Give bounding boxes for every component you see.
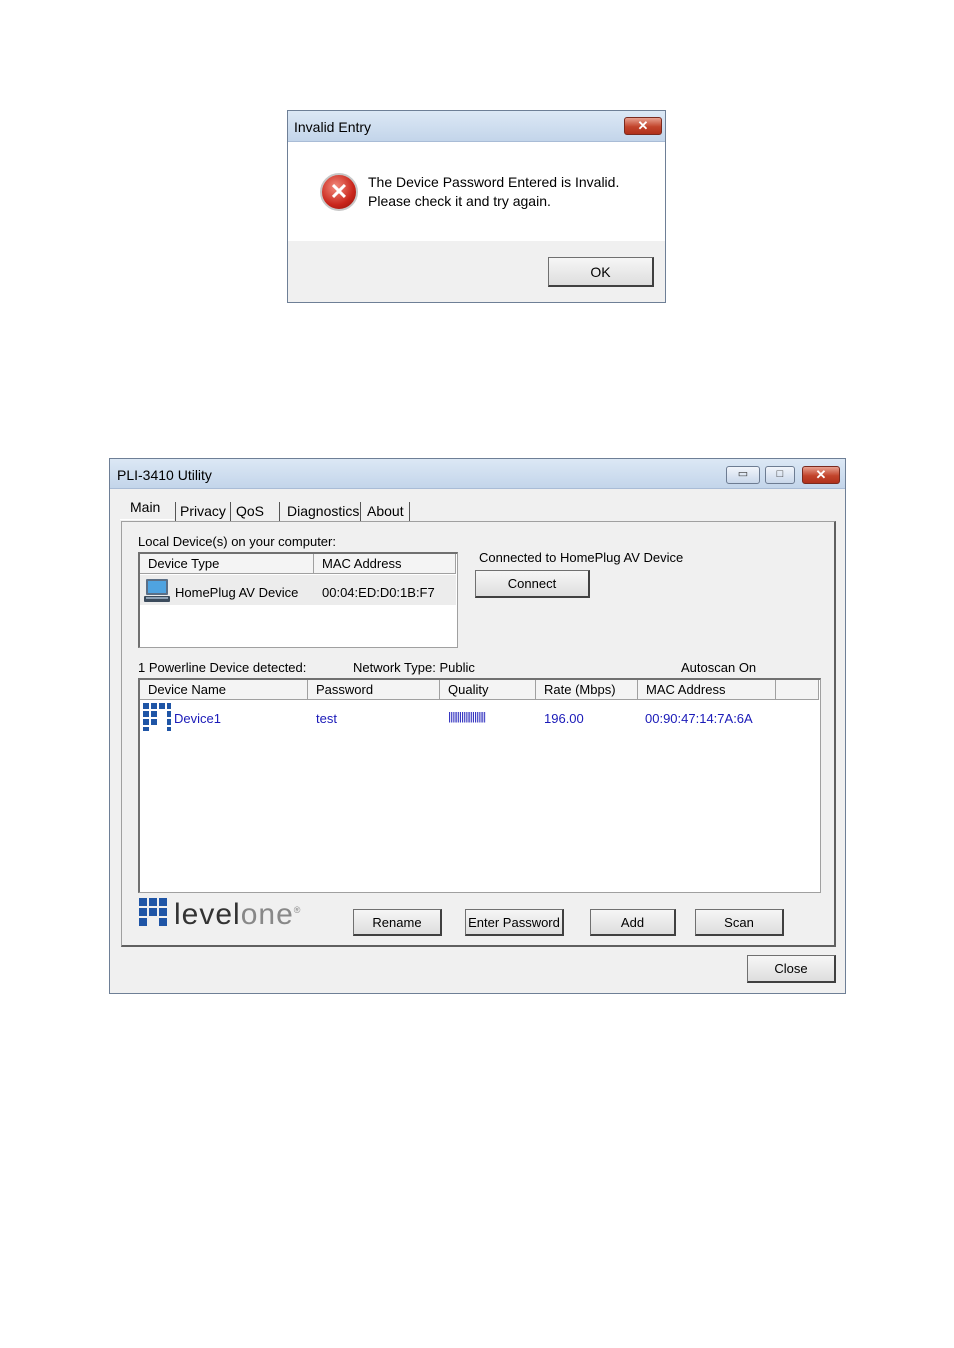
remote-device-quality: |||||||||||||||||||| bbox=[448, 711, 486, 723]
tab-separator bbox=[175, 502, 176, 522]
scan-button[interactable]: Scan bbox=[695, 909, 784, 936]
minimize-icon: ▭ bbox=[737, 468, 749, 480]
rename-button[interactable]: Rename bbox=[353, 909, 442, 936]
close-icon: ✕ bbox=[815, 467, 827, 482]
error-icon: ✕ bbox=[320, 173, 358, 211]
invalid-entry-dialog: Invalid Entry ✕ ✕ The Device Password En… bbox=[287, 110, 666, 303]
dialog-close-button[interactable]: ✕ bbox=[624, 117, 662, 135]
remote-device-mac: 00:90:47:14:7A:6A bbox=[645, 711, 753, 726]
tab-separator bbox=[279, 502, 280, 522]
remote-device-name: Device1 bbox=[174, 711, 221, 726]
computer-icon bbox=[144, 579, 170, 602]
ok-button[interactable]: OK bbox=[548, 257, 654, 287]
dialog-title: Invalid Entry bbox=[294, 119, 372, 135]
remote-header-quality[interactable]: Quality bbox=[440, 680, 536, 700]
close-icon: ✕ bbox=[637, 118, 649, 133]
tab-qos[interactable]: QoS bbox=[236, 503, 264, 519]
tab-separator bbox=[230, 502, 231, 522]
local-header-mac[interactable]: MAC Address bbox=[314, 554, 456, 574]
tab-about[interactable]: About bbox=[367, 503, 404, 519]
network-type-label: Network Type: Public bbox=[353, 660, 475, 675]
remote-header-filler bbox=[776, 680, 819, 700]
enter-password-button[interactable]: Enter Password bbox=[465, 909, 564, 936]
local-device-type: HomePlug AV Device bbox=[175, 585, 299, 600]
tab-main[interactable]: Main bbox=[130, 499, 160, 515]
maximize-icon: □ bbox=[776, 468, 784, 480]
window-title: PLI-3410 Utility bbox=[117, 467, 212, 483]
window-close-button[interactable]: ✕ bbox=[802, 466, 840, 484]
devices-detected-label: 1 Powerline Device detected: bbox=[138, 660, 307, 675]
remote-header-rate[interactable]: Rate (Mbps) bbox=[536, 680, 638, 700]
utility-window: PLI-3410 Utility ▭ □ ✕ Main Privacy QoS … bbox=[109, 458, 846, 994]
remote-device-password: test bbox=[316, 711, 337, 726]
levelone-logo-text: levelone® bbox=[174, 898, 302, 931]
remote-device-rate: 196.00 bbox=[544, 711, 584, 726]
minimize-button[interactable]: ▭ bbox=[726, 466, 760, 484]
autoscan-label: Autoscan On bbox=[681, 660, 757, 675]
active-tab-indicator bbox=[120, 519, 174, 520]
remote-header-password[interactable]: Password bbox=[308, 680, 440, 700]
remote-header-mac[interactable]: MAC Address bbox=[638, 680, 776, 700]
local-header-device-type[interactable]: Device Type bbox=[140, 554, 314, 574]
local-devices-label: Local Device(s) on your computer: bbox=[138, 534, 336, 549]
tab-separator bbox=[409, 502, 410, 522]
tab-separator bbox=[360, 502, 361, 522]
dialog-message-line1: The Device Password Entered is Invalid. bbox=[368, 174, 620, 190]
tab-diagnostics[interactable]: Diagnostics bbox=[287, 503, 359, 519]
local-device-mac: 00:04:ED:D0:1B:F7 bbox=[322, 585, 435, 600]
remote-header-device-name[interactable]: Device Name bbox=[140, 680, 308, 700]
close-button[interactable]: Close bbox=[747, 955, 836, 983]
device-grid-icon bbox=[143, 703, 171, 731]
levelone-logo-mark bbox=[139, 898, 167, 926]
dialog-message-line2: Please check it and try again. bbox=[368, 193, 551, 209]
maximize-button[interactable]: □ bbox=[765, 466, 795, 484]
connect-button[interactable]: Connect bbox=[475, 570, 590, 598]
connected-status: Connected to HomePlug AV Device bbox=[479, 550, 684, 565]
tab-privacy[interactable]: Privacy bbox=[180, 503, 226, 519]
add-button[interactable]: Add bbox=[590, 909, 676, 936]
